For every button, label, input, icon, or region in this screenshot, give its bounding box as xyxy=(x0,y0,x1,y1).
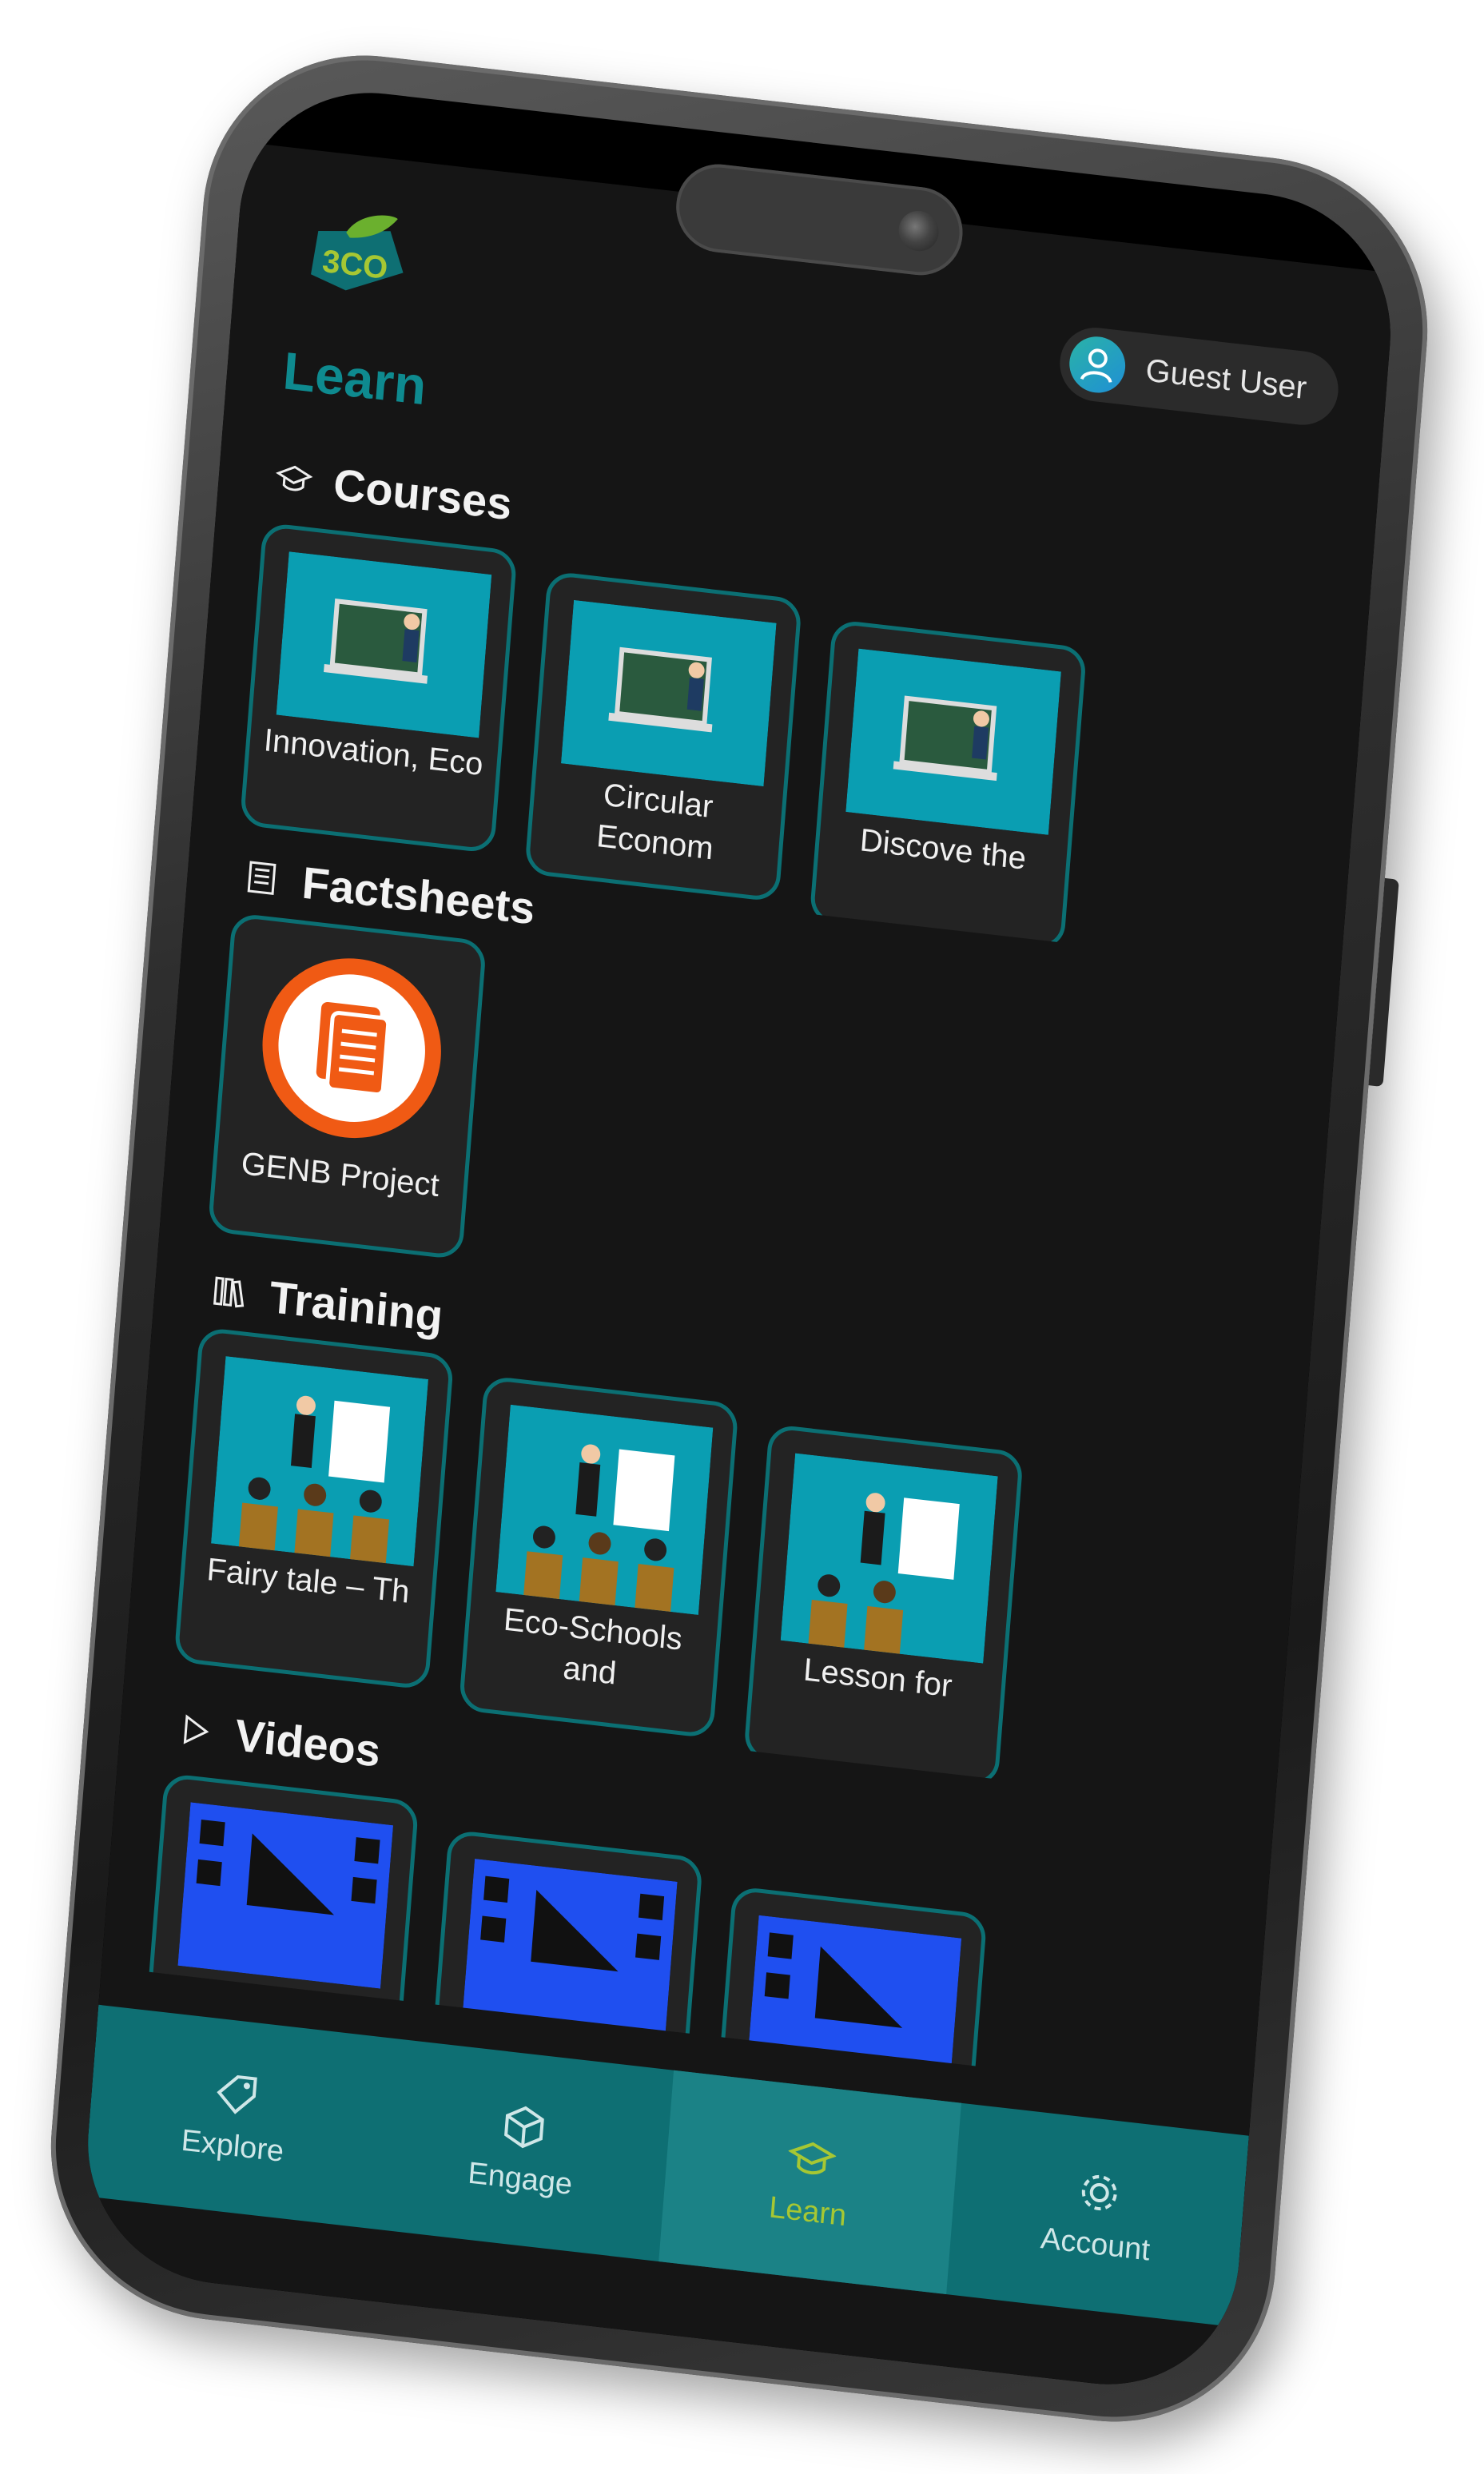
video-thumbnail-icon xyxy=(462,1859,678,2046)
nav-item-explore[interactable]: Explore xyxy=(83,2005,386,2229)
nav-label-learn: Learn xyxy=(767,2190,848,2233)
nav-item-engage[interactable]: Engage xyxy=(371,2038,674,2261)
training-card[interactable]: Lesson for xyxy=(742,1423,1024,1788)
section-videos-title: Videos xyxy=(233,1709,383,1776)
video-card[interactable] xyxy=(709,1885,988,2098)
presentation-thumbnail-icon xyxy=(495,1404,714,1615)
document-icon xyxy=(262,958,441,1139)
newspaper-icon xyxy=(242,857,283,899)
nav-label-account: Account xyxy=(1039,2221,1152,2268)
nav-label-explore: Explore xyxy=(180,2123,285,2169)
page-title: Learn xyxy=(280,340,429,416)
user-pill[interactable]: Guest User xyxy=(1056,324,1342,429)
training-card[interactable]: Fairy tale – Th xyxy=(173,1326,455,1691)
course-card[interactable]: Discove the xyxy=(809,618,1088,951)
section-courses-title: Courses xyxy=(332,459,514,530)
gear-icon xyxy=(1081,2174,1117,2210)
user-avatar-icon xyxy=(1067,333,1128,396)
user-label: Guest User xyxy=(1144,352,1308,406)
cube-icon xyxy=(504,2106,544,2148)
course-thumbnail-icon xyxy=(560,599,777,787)
video-thumbnail-icon xyxy=(177,1802,394,1989)
tag-icon xyxy=(217,2074,257,2114)
phone-screen: 3CO Guest User Learn Courses Innovation,… xyxy=(78,78,1401,2399)
course-card[interactable]: Innovation, Eco xyxy=(239,522,518,854)
course-card[interactable]: Circular Econom xyxy=(524,571,802,903)
nav-item-learn[interactable]: Learn xyxy=(658,2070,961,2295)
presentation-thumbnail-icon xyxy=(780,1453,998,1664)
section-courses-header: Courses xyxy=(273,451,514,531)
course-thumbnail-icon xyxy=(845,648,1061,835)
camera-icon xyxy=(897,209,941,253)
play-icon xyxy=(175,1708,216,1751)
video-thumbnail-icon xyxy=(746,1915,962,2098)
section-videos-header: Videos xyxy=(174,1702,382,1777)
app-screen: 3CO Guest User Learn Courses Innovation,… xyxy=(78,141,1396,2399)
app-logo: 3CO xyxy=(297,197,416,305)
factsheet-card[interactable]: GENB Project xyxy=(207,912,487,1260)
presentation-thumbnail-icon xyxy=(211,1356,428,1567)
course-thumbnail-icon xyxy=(276,551,492,738)
nav-label-engage: Engage xyxy=(467,2155,574,2202)
graduation-cap-icon xyxy=(273,458,314,500)
phone-mockup: 3CO Guest User Learn Courses Innovation,… xyxy=(38,38,1440,2440)
books-icon xyxy=(209,1271,250,1313)
training-card[interactable]: Eco-Schools and xyxy=(458,1374,739,1739)
logo-text: 3CO xyxy=(321,244,389,286)
graduation-cap-icon xyxy=(787,2142,837,2174)
nav-item-account[interactable]: Account xyxy=(946,2103,1249,2327)
